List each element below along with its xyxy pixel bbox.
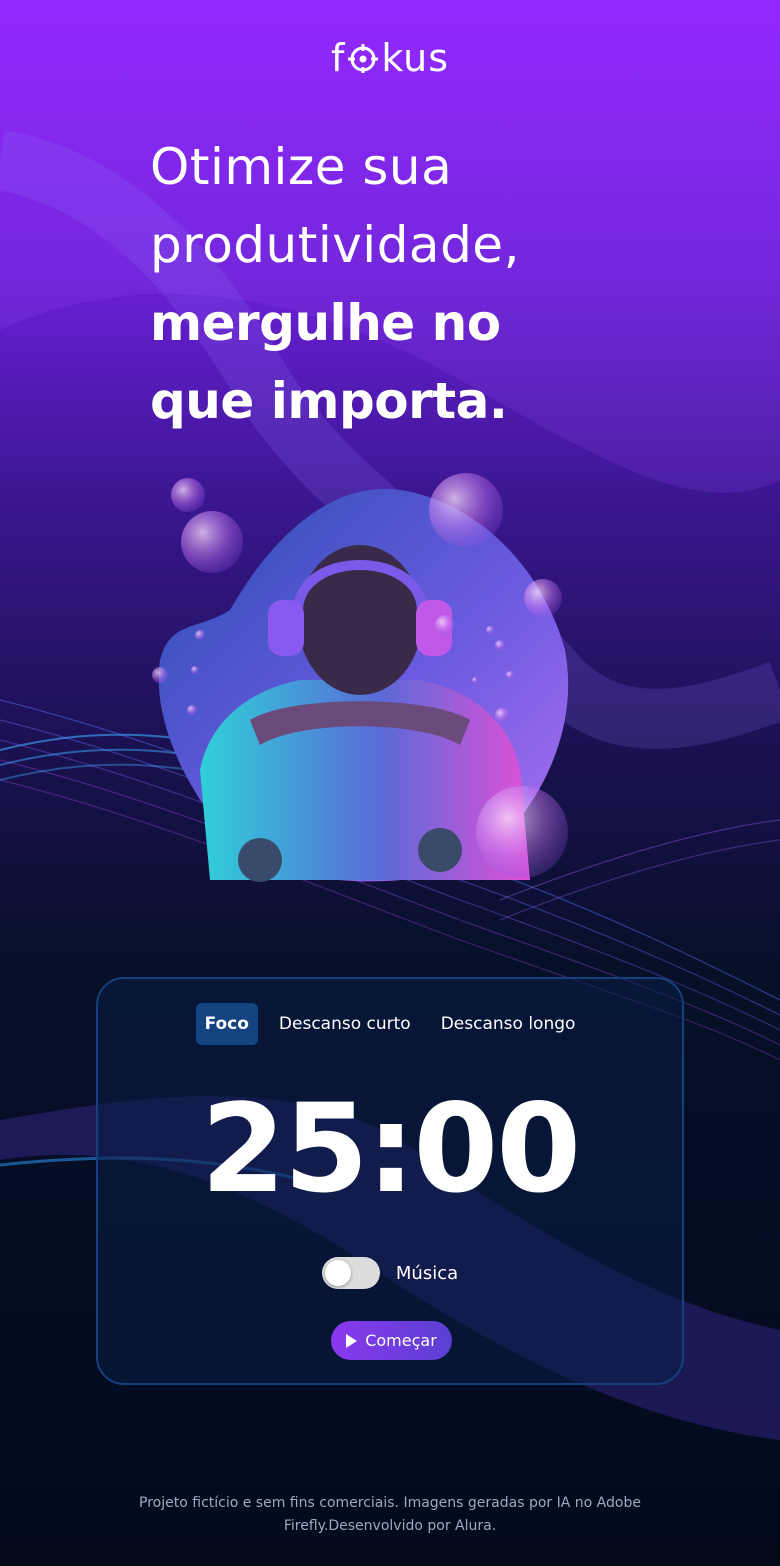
music-toggle-row: Música [98, 1257, 682, 1289]
headline-line-1: Otimize sua [150, 138, 453, 196]
tab-descanso-longo[interactable]: Descanso longo [432, 1003, 585, 1045]
logo-text-start: f [330, 36, 346, 80]
headline-line-3: mergulhe no [150, 294, 501, 352]
fokus-logo: f kus [0, 36, 780, 80]
hero-headline: Otimize sua produtividade, mergulhe no q… [150, 128, 710, 440]
timer-card: Foco Descanso curto Descanso longo 25:00… [96, 977, 684, 1385]
tab-foco[interactable]: Foco [195, 1003, 258, 1045]
tab-descanso-curto[interactable]: Descanso curto [270, 1003, 420, 1045]
target-icon [348, 44, 379, 73]
start-button[interactable]: Começar [331, 1321, 452, 1360]
music-label: Música [395, 1262, 459, 1284]
start-button-label: Começar [365, 1331, 437, 1350]
hero-illustration [152, 473, 569, 882]
logo-text-end: kus [381, 36, 450, 80]
footer-disclaimer: Projeto fictício e sem fins comerciais. … [110, 1492, 670, 1538]
footer-line-2: Firefly.Desenvolvido por Alura. [283, 1518, 497, 1534]
headline-line-4: que importa. [150, 372, 508, 430]
toggle-knob [324, 1260, 351, 1286]
music-toggle[interactable] [321, 1257, 380, 1289]
timer-mode-tabs: Foco Descanso curto Descanso longo [98, 1003, 682, 1045]
play-icon [346, 1333, 358, 1348]
headline-line-2: produtividade, [150, 216, 520, 274]
timer-display: 25:00 [200, 1078, 581, 1220]
footer-line-1: Projeto fictício e sem fins comerciais. … [139, 1495, 641, 1511]
